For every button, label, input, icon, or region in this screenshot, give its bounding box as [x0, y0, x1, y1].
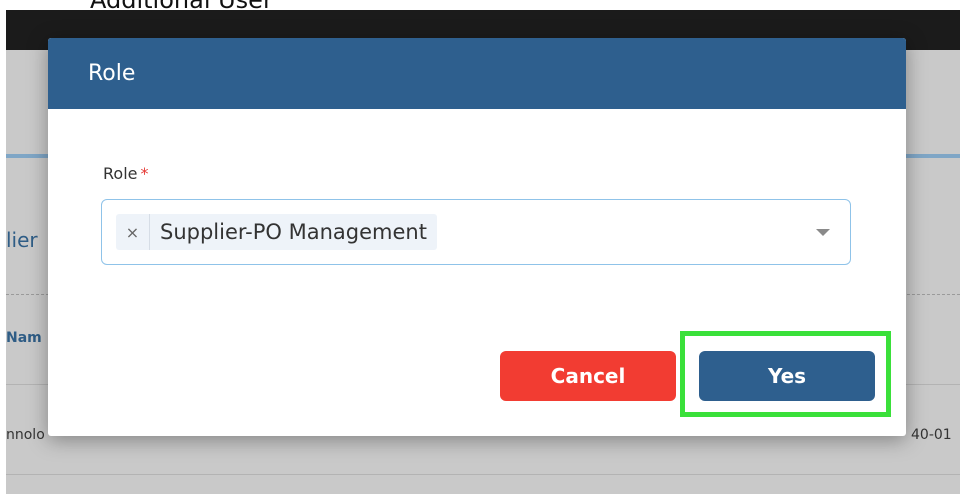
selected-role-label: Supplier-PO Management	[160, 220, 427, 244]
background-top-strip: Additional User	[0, 0, 960, 10]
background-table-cell: nnolo	[6, 427, 45, 443]
background-row-divider	[6, 474, 960, 475]
role-select[interactable]: × Supplier-PO Management	[101, 199, 851, 265]
background-section-title: lier	[6, 228, 38, 252]
modal-header: Role	[48, 38, 906, 109]
role-modal: Role Role * × Supplier-PO Management Canc…	[48, 38, 906, 436]
modal-title: Role	[88, 61, 136, 86]
chevron-down-icon[interactable]	[816, 229, 830, 236]
required-marker: *	[140, 164, 149, 183]
background-table-cell: 40-01	[911, 427, 952, 443]
background-page-heading: Additional User	[90, 0, 273, 10]
remove-tag-icon[interactable]: ×	[116, 214, 150, 250]
yes-button[interactable]: Yes	[699, 351, 875, 401]
role-field-label: Role *	[103, 164, 148, 183]
cancel-button[interactable]: Cancel	[500, 351, 676, 401]
selected-role-tag: × Supplier-PO Management	[116, 214, 437, 250]
role-label-text: Role	[103, 164, 138, 183]
background-column-header: Nam	[6, 330, 42, 346]
